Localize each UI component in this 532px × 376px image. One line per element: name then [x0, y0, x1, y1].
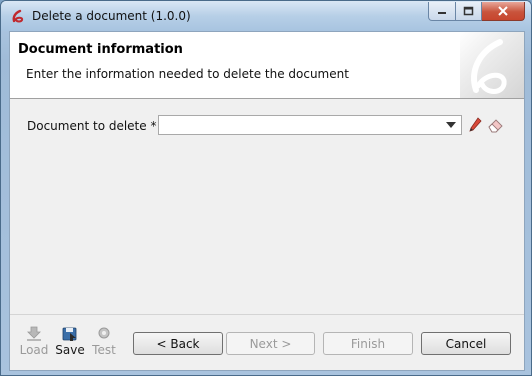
minimize-button[interactable]	[428, 2, 456, 21]
save-button[interactable]: Save	[54, 326, 86, 357]
header-subtitle: Enter the information needed to delete t…	[26, 67, 349, 81]
footer-divider	[10, 314, 524, 315]
cancel-button[interactable]: Cancel	[421, 332, 511, 355]
test-button[interactable]: Test	[88, 326, 120, 357]
app-logo-icon	[12, 9, 24, 23]
test-gear-icon	[98, 327, 110, 339]
next-button[interactable]: Next >	[226, 332, 315, 355]
dropdown-arrow-icon[interactable]	[446, 122, 456, 128]
load-label: Load	[19, 343, 49, 357]
load-icon	[27, 326, 41, 341]
pencil-icon[interactable]	[468, 117, 482, 133]
title-bar[interactable]: Delete a document (1.0.0)	[1, 1, 531, 31]
header-logo-panel	[460, 32, 524, 98]
maximize-button[interactable]	[456, 2, 482, 21]
finish-button[interactable]: Finish	[323, 332, 413, 355]
dialog-window: Delete a document (1.0.0) Document infor…	[0, 0, 532, 376]
header-title: Document information	[18, 42, 183, 57]
dialog-content: Document information Enter the informati…	[9, 31, 525, 371]
wizard-header: Document information Enter the informati…	[10, 32, 524, 99]
brand-logo-icon	[471, 39, 507, 94]
save-label: Save	[55, 343, 85, 357]
load-button[interactable]: Load	[18, 326, 50, 357]
document-to-delete-label: Document to delete *	[27, 119, 157, 133]
back-button[interactable]: < Back	[133, 332, 223, 355]
minimize-icon	[438, 12, 446, 14]
window-title: Delete a document (1.0.0)	[32, 9, 191, 23]
eraser-icon[interactable]	[487, 117, 505, 133]
save-icon	[62, 327, 77, 341]
test-label: Test	[92, 343, 116, 357]
document-select[interactable]	[158, 115, 462, 135]
close-button[interactable]	[482, 2, 525, 21]
window-controls	[428, 2, 525, 21]
close-icon	[498, 6, 508, 16]
maximize-icon	[463, 6, 474, 16]
